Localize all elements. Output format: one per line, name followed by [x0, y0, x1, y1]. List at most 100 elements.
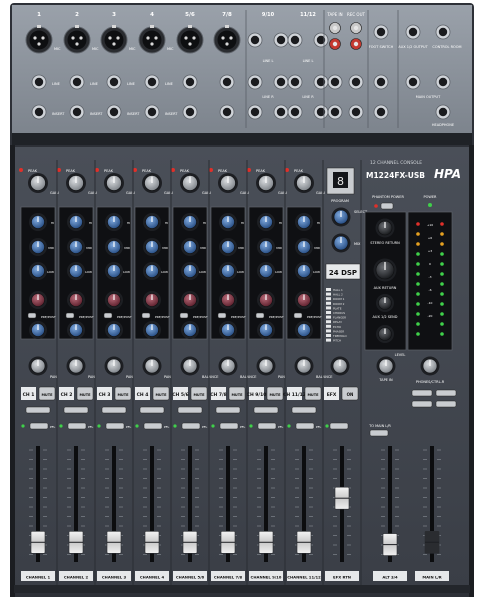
efx-mix-knob[interactable] [331, 233, 351, 253]
aux2-knob[interactable] [143, 321, 161, 339]
ctrl-room-select[interactable] [411, 389, 433, 397]
pan-knob[interactable] [28, 356, 48, 376]
alt-assign-button[interactable] [291, 406, 317, 414]
hi-eq-knob[interactable] [105, 213, 123, 231]
rear-row-label: LINE R [302, 95, 314, 99]
mid-eq-knob[interactable] [257, 238, 275, 256]
gain-knob[interactable] [28, 173, 48, 193]
aux2-knob[interactable] [29, 321, 47, 339]
gain-knob[interactable] [256, 173, 276, 193]
gain-knob[interactable] [180, 173, 200, 193]
alt-assign-button[interactable] [253, 406, 279, 414]
mute-label: MUTE [193, 393, 205, 397]
hi-eq-knob[interactable] [181, 213, 199, 231]
hi-eq-knob[interactable] [295, 213, 313, 231]
low-eq-knob[interactable] [257, 262, 275, 280]
alt-to-main-button[interactable] [369, 429, 389, 437]
aux2-send-knob[interactable] [376, 325, 394, 343]
aux2-knob[interactable] [181, 321, 199, 339]
alt-assign-button[interactable] [63, 406, 89, 414]
alt-assign-button[interactable] [25, 406, 51, 414]
aux1-knob[interactable] [295, 291, 313, 309]
pre-post-switch[interactable] [293, 312, 303, 319]
gain-knob[interactable] [104, 173, 124, 193]
alt-assign-button[interactable] [101, 406, 127, 414]
stereo-return-knob[interactable] [375, 218, 395, 238]
pre-post-switch[interactable] [179, 312, 189, 319]
pre-post-switch[interactable] [217, 312, 227, 319]
pan-knob[interactable] [66, 356, 86, 376]
pre-post-switch[interactable] [65, 312, 75, 319]
aux1-knob[interactable] [219, 291, 237, 309]
gain-knob[interactable] [218, 173, 238, 193]
aux1-send-knob[interactable] [376, 294, 394, 312]
low-eq-knob[interactable] [219, 262, 237, 280]
pan-knob[interactable] [180, 356, 200, 376]
hi-eq-knob[interactable] [257, 213, 275, 231]
aux1-knob[interactable] [257, 291, 275, 309]
aux1-knob[interactable] [105, 291, 123, 309]
efx-pan-knob[interactable] [330, 356, 350, 376]
aux2-knob[interactable] [105, 321, 123, 339]
aux2-knob[interactable] [219, 321, 237, 339]
pre-post-switch[interactable] [103, 312, 113, 319]
pan-knob[interactable] [294, 356, 314, 376]
low-eq-knob[interactable] [29, 262, 47, 280]
phones-level-knob[interactable] [420, 356, 440, 376]
pfl-button[interactable] [257, 422, 277, 430]
pan-knob[interactable] [218, 356, 238, 376]
gain-knob[interactable] [66, 173, 86, 193]
pfl-button[interactable] [295, 422, 315, 430]
ctrl-room-select[interactable] [411, 400, 433, 408]
hi-eq-knob[interactable] [67, 213, 85, 231]
aux1-knob[interactable] [29, 291, 47, 309]
pfl-button[interactable] [29, 422, 49, 430]
pfl-button[interactable] [105, 422, 125, 430]
pan-knob[interactable] [256, 356, 276, 376]
low-eq-knob[interactable] [105, 262, 123, 280]
mid-eq-knob[interactable] [67, 238, 85, 256]
aux2-knob[interactable] [257, 321, 275, 339]
mid-eq-knob[interactable] [143, 238, 161, 256]
alt-assign-button[interactable] [215, 406, 241, 414]
hi-eq-knob[interactable] [219, 213, 237, 231]
tape-in-knob[interactable] [376, 356, 396, 376]
mid-eq-knob[interactable] [295, 238, 313, 256]
mid-eq-knob[interactable] [181, 238, 199, 256]
low-eq-knob[interactable] [67, 262, 85, 280]
low-eq-knob[interactable] [143, 262, 161, 280]
aux1-knob[interactable] [143, 291, 161, 309]
low-eq-knob[interactable] [181, 262, 199, 280]
aux1-knob[interactable] [67, 291, 85, 309]
gain-knob[interactable] [294, 173, 314, 193]
phantom-switch[interactable] [380, 202, 394, 210]
select-knob[interactable] [331, 207, 351, 227]
pfl-button[interactable] [143, 422, 163, 430]
pre-post-switch[interactable] [141, 312, 151, 319]
jack-hole [34, 107, 44, 117]
aux2-knob[interactable] [295, 321, 313, 339]
pfl-button[interactable] [219, 422, 239, 430]
ctrl-room-select[interactable] [435, 389, 457, 397]
pre-post-switch[interactable] [27, 312, 37, 319]
pre-post-switch[interactable] [255, 312, 265, 319]
efx-pfl-button[interactable] [329, 422, 349, 430]
pfl-button[interactable] [181, 422, 201, 430]
stereo-line-jack [313, 104, 329, 120]
alt-assign-button[interactable] [139, 406, 165, 414]
low-eq-knob[interactable] [295, 262, 313, 280]
hi-eq-knob[interactable] [143, 213, 161, 231]
aux1-knob[interactable] [181, 291, 199, 309]
ctrl-room-select[interactable] [435, 400, 457, 408]
pan-knob[interactable] [104, 356, 124, 376]
pan-knob[interactable] [142, 356, 162, 376]
hi-eq-knob[interactable] [29, 213, 47, 231]
mid-eq-knob[interactable] [105, 238, 123, 256]
mid-eq-knob[interactable] [29, 238, 47, 256]
pfl-button[interactable] [67, 422, 87, 430]
gain-knob[interactable] [142, 173, 162, 193]
mid-eq-knob[interactable] [219, 238, 237, 256]
aux2-knob[interactable] [67, 321, 85, 339]
alt-assign-button[interactable] [177, 406, 203, 414]
aux-return-main-knob[interactable] [373, 258, 397, 282]
